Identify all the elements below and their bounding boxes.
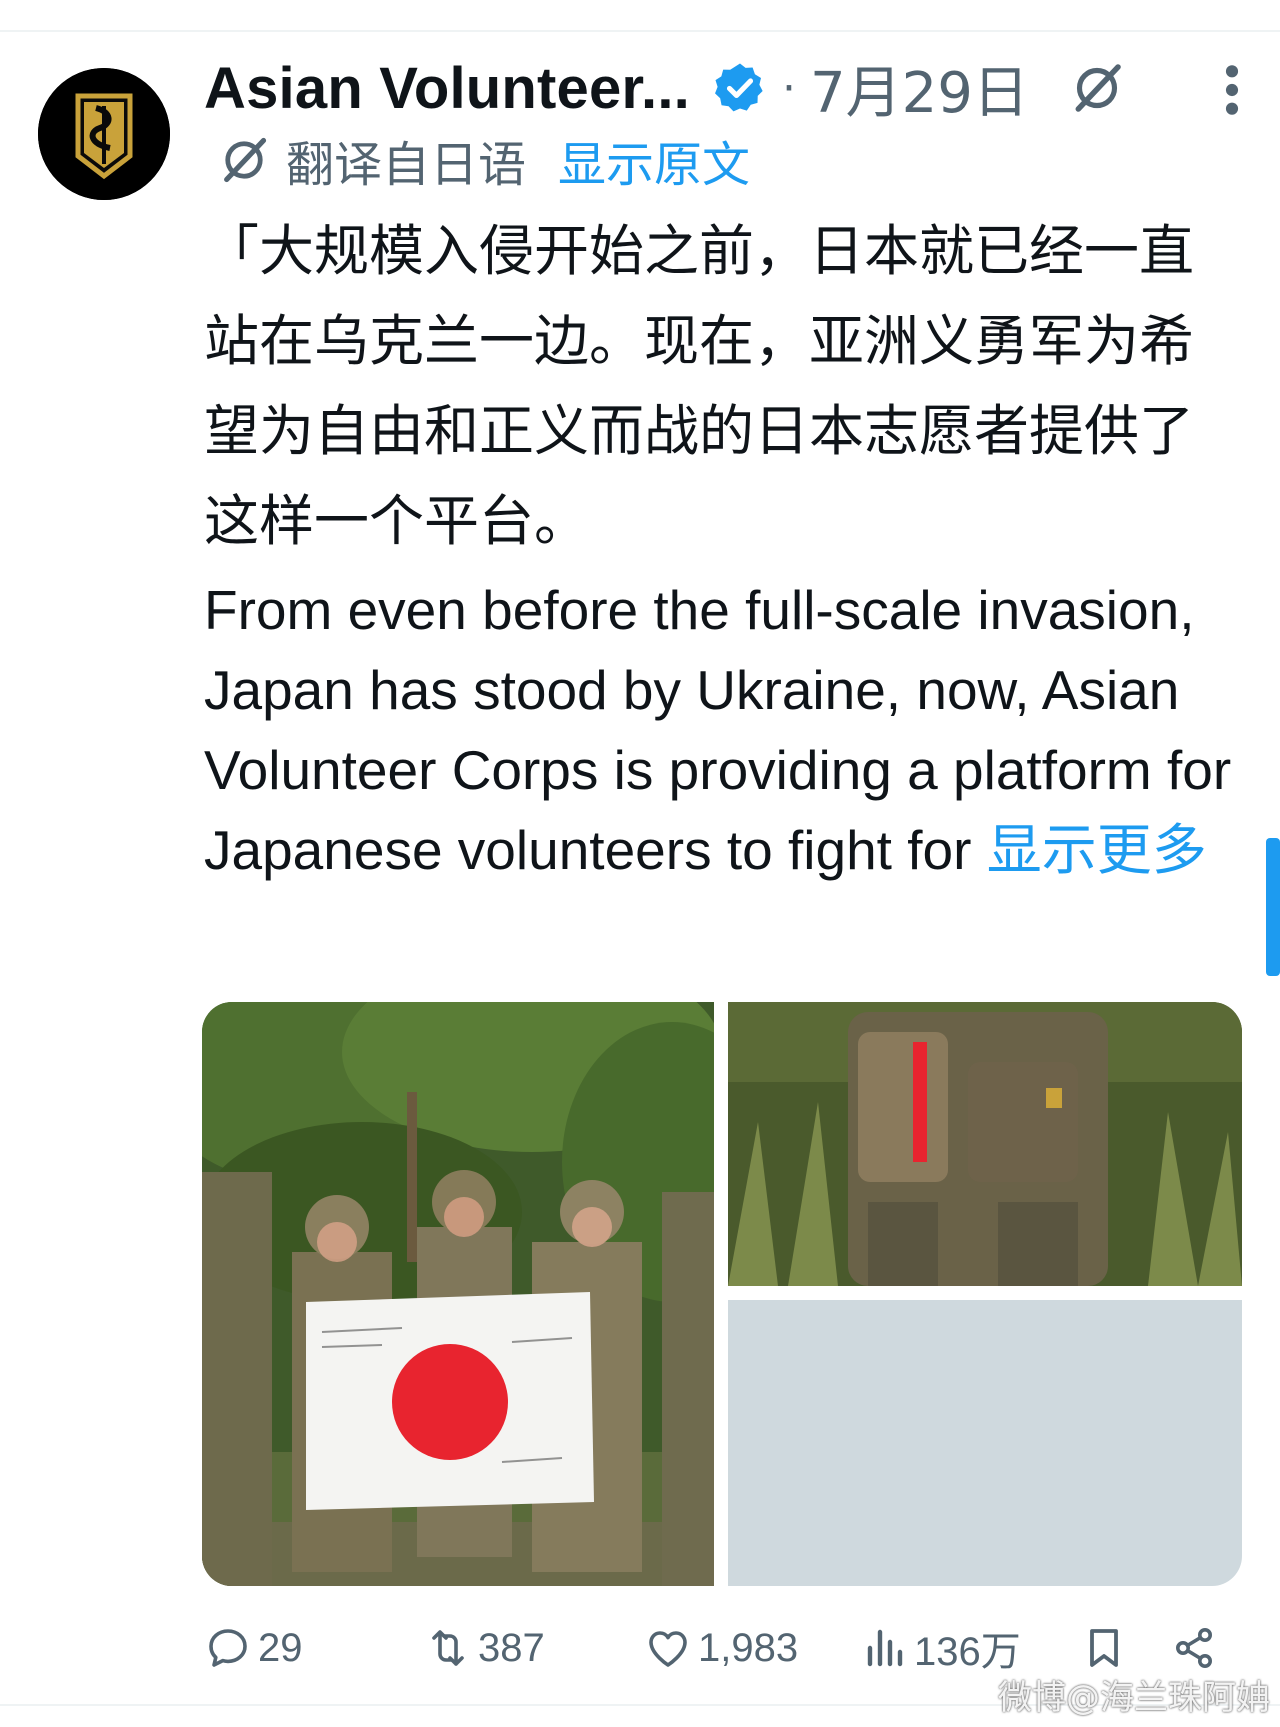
like-count: 1,983	[698, 1625, 799, 1670]
views-icon	[867, 1629, 903, 1667]
photo-soldier-in-grass[interactable]	[728, 1002, 1242, 1286]
more-icon[interactable]	[1220, 62, 1244, 118]
grok-icon[interactable]	[1069, 60, 1125, 116]
reply-count: 29	[258, 1625, 303, 1670]
verified-badge-icon	[715, 63, 763, 112]
dot-separator: ·	[781, 62, 796, 114]
watermark: 微博@海兰珠阿姌	[998, 1678, 1270, 1718]
tweet-text: 「大规模入侵开始之前，日本就已经一直站在乌克兰一边。现在，亚洲义勇军为希望为自由…	[204, 206, 1244, 890]
avatar-emblem-icon	[38, 68, 170, 200]
soldier-in-grass-image	[728, 1002, 1242, 1286]
retweet-icon	[432, 1630, 464, 1666]
retweet-count: 387	[478, 1625, 545, 1670]
display-name[interactable]: Asian Volunteer...	[204, 55, 690, 122]
views-button[interactable]: 136万	[860, 1616, 1021, 1680]
show-more-link[interactable]: 显示更多	[987, 818, 1207, 882]
reply-button[interactable]: 29	[204, 1616, 303, 1680]
heart-icon	[649, 1631, 687, 1667]
tweet-text-chinese: 「大规模入侵开始之前，日本就已经一直站在乌克兰一边。现在，亚洲义勇军为希望为自由…	[204, 219, 1195, 553]
top-divider	[0, 30, 1280, 32]
translation-row: 翻译自日语 显示原文	[218, 125, 750, 195]
reply-icon	[209, 1629, 247, 1667]
photo-placeholder[interactable]	[728, 1300, 1242, 1586]
tweet-text-english: From even before the full-scale invasion…	[204, 570, 1244, 890]
bookmark-icon	[1090, 1629, 1118, 1667]
views-count: 136万	[914, 1630, 1021, 1674]
avatar[interactable]	[38, 68, 170, 200]
like-button[interactable]: 1,983	[644, 1616, 798, 1680]
scrollbar[interactable]	[1266, 838, 1280, 976]
translated-from-label: 翻译自日语	[286, 137, 527, 193]
retweet-button[interactable]: 387	[424, 1616, 545, 1680]
photo-soldiers-with-flag[interactable]	[202, 1002, 714, 1586]
grok-icon	[224, 137, 267, 183]
tweet-header: Asian Volunteer... · 7月29日	[204, 48, 1244, 128]
share-icon	[1176, 1628, 1212, 1668]
media-grid	[202, 1002, 1242, 1586]
show-original-link[interactable]: 显示原文	[558, 125, 750, 195]
timestamp[interactable]: 7月29日	[810, 48, 1029, 129]
soldiers-with-flag-image	[202, 1002, 714, 1586]
